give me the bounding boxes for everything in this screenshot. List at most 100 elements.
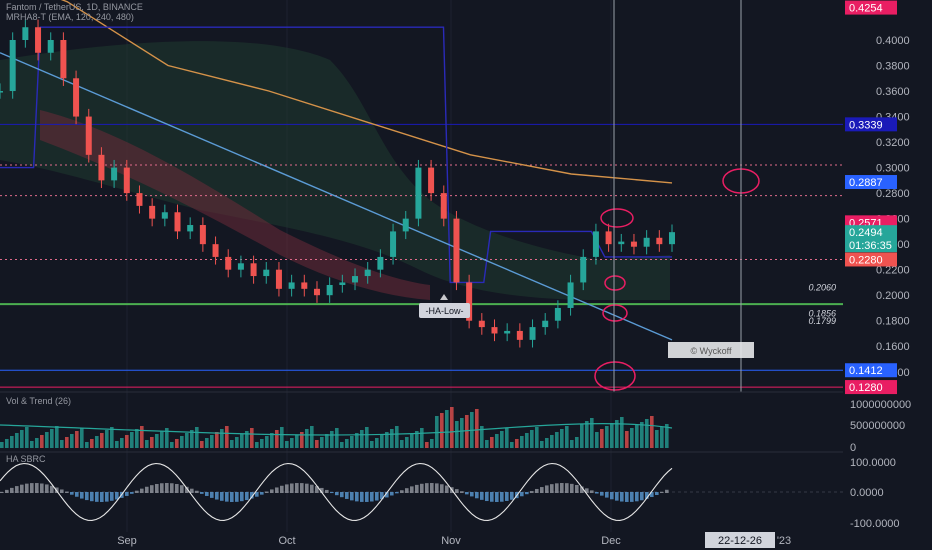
osc-bar: [520, 492, 524, 497]
candle-body: [630, 241, 637, 247]
symbol-legend: Fantom / TetherUS, 1D, BINANCE: [6, 2, 143, 12]
osc-bar: [40, 483, 44, 493]
volume-bar: [175, 439, 179, 448]
volume-bar: [30, 441, 34, 448]
volume-bar: [100, 433, 104, 448]
candle-body: [60, 40, 67, 79]
osc-bar: [155, 483, 159, 493]
volume-bar: [345, 439, 349, 448]
osc-bar: [455, 489, 459, 493]
volume-bar: [510, 442, 514, 448]
osc-bar: [85, 492, 89, 501]
volume-bar: [425, 442, 429, 448]
osc-bar: [210, 492, 214, 498]
volume-bar: [15, 433, 19, 448]
candle-body: [161, 212, 168, 219]
oscillator-legend: HA SBRC: [6, 454, 46, 464]
candle-body: [643, 237, 650, 247]
volume-bar: [295, 435, 299, 448]
osc-bar: [610, 492, 614, 500]
candle-body: [516, 330, 523, 340]
volume-bar: [200, 441, 204, 448]
candle-body: [504, 330, 511, 334]
osc-bar: [25, 483, 29, 493]
osc-bar: [430, 483, 434, 493]
volume-bar: [185, 433, 189, 448]
y-tick-label: 0.4000: [876, 35, 910, 47]
osc-bar: [300, 483, 304, 493]
candle-body: [275, 269, 282, 289]
volume-bar: [305, 429, 309, 448]
candle-body: [199, 225, 206, 245]
osc-bar: [435, 483, 439, 493]
osc-bar: [170, 483, 174, 493]
osc-bar: [275, 487, 279, 493]
osc-bar: [415, 484, 419, 493]
level-annotation: 0.2060: [808, 283, 836, 293]
volume-bar: [505, 428, 509, 448]
volume-bar: [60, 440, 64, 448]
chart[interactable]: 0.20600.18560.1799 -HA-Low- © Wyckoff 0.…: [0, 0, 932, 550]
volume-bar: [620, 417, 624, 448]
osc-bar: [565, 483, 569, 493]
candle-body: [301, 282, 308, 289]
volume-bar: [630, 428, 634, 448]
volume-bar: [585, 421, 589, 448]
osc-bar: [595, 492, 599, 494]
osc-bar: [640, 492, 644, 501]
osc-bar: [465, 492, 469, 495]
volume-bar: [650, 416, 654, 448]
osc-tick-label: 0.0000: [850, 487, 884, 499]
volume-bar: [215, 432, 219, 448]
osc-bar: [270, 489, 274, 493]
osc-bar: [115, 492, 119, 500]
osc-bar: [140, 488, 144, 493]
osc-bar: [335, 492, 339, 496]
osc-bar: [590, 490, 594, 493]
volume-bar: [555, 432, 559, 448]
osc-bar: [325, 489, 329, 493]
volume-bar: [115, 441, 119, 448]
volume-bar: [180, 436, 184, 448]
osc-bar: [125, 492, 129, 496]
osc-bar: [285, 484, 289, 493]
volume-bar: [235, 437, 239, 448]
osc-bar: [395, 492, 399, 494]
date-cursor: 22-12-26: [705, 532, 775, 548]
osc-bar: [655, 492, 659, 496]
candle-body: [453, 218, 460, 283]
volume-bar: [125, 435, 129, 448]
candle-body: [339, 282, 346, 285]
volume-tick-label: 1000000000: [850, 399, 911, 411]
candle-body: [491, 327, 498, 334]
osc-bar: [540, 487, 544, 493]
osc-bar: [615, 492, 619, 501]
volume-bar: [285, 441, 289, 448]
volume-bar: [655, 430, 659, 448]
candle-body: [618, 241, 625, 245]
volume-bar: [380, 435, 384, 448]
volume-bar: [130, 432, 134, 448]
osc-bar: [65, 491, 69, 493]
x-tick-label: Sep: [117, 535, 137, 547]
candle-body: [111, 167, 118, 181]
volume-bar: [550, 435, 554, 448]
volume-bar: [595, 432, 599, 448]
y-tick-label: 0.1600: [876, 341, 910, 353]
osc-bar: [600, 492, 604, 496]
volume-bar: [225, 426, 229, 448]
price-label: 0.2494: [849, 227, 883, 239]
osc-bar: [405, 488, 409, 493]
candle-body: [592, 231, 599, 257]
candle-body: [73, 78, 80, 117]
osc-bar: [10, 487, 14, 493]
volume-bar: [635, 425, 639, 448]
osc-bar: [235, 492, 239, 502]
volume-bar: [625, 431, 629, 448]
volume-bar: [0, 442, 4, 448]
volume-bar: [290, 438, 294, 448]
y-tick-label: 0.3600: [876, 86, 910, 98]
osc-bar: [200, 492, 204, 494]
candle-body: [9, 40, 16, 92]
osc-bar: [665, 489, 669, 493]
